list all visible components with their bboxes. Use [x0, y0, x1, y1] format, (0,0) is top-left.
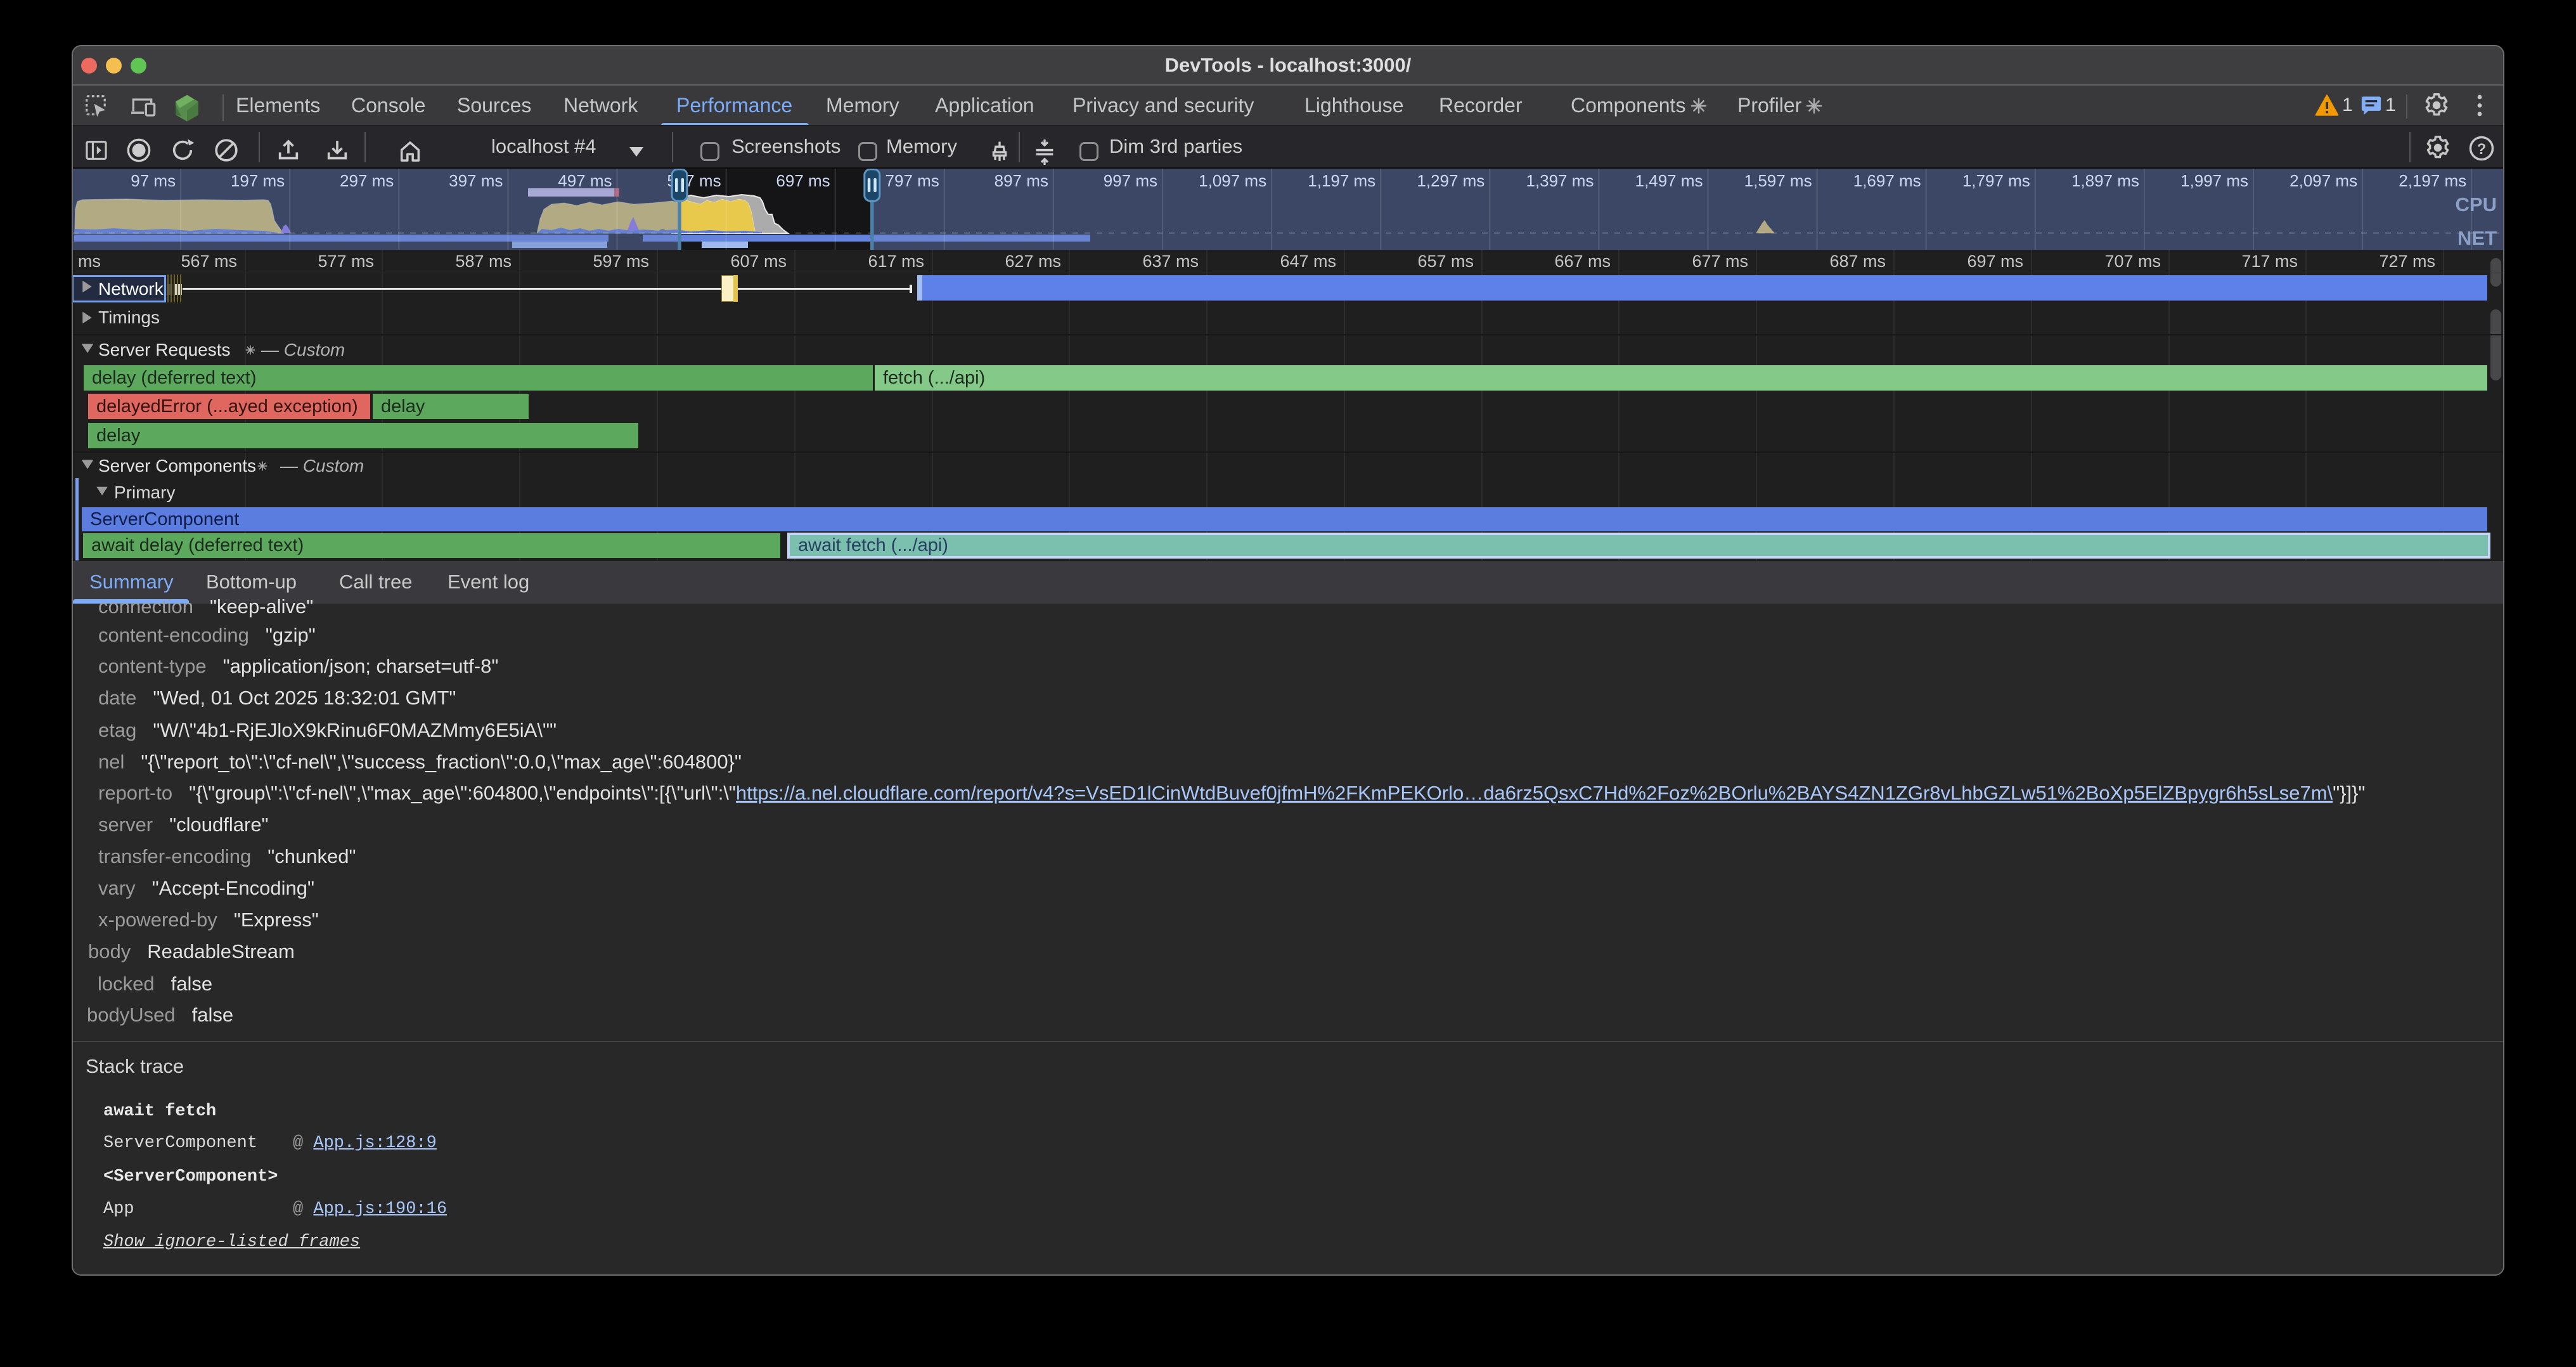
- svg-text:197 ms: 197 ms: [231, 171, 285, 190]
- svg-text:1,197 ms: 1,197 ms: [1308, 171, 1375, 190]
- svg-text:1,997 ms: 1,997 ms: [2180, 171, 2248, 190]
- svg-text:1,297 ms: 1,297 ms: [1417, 171, 1484, 190]
- svg-text:NET: NET: [2457, 227, 2497, 249]
- svg-text:997 ms: 997 ms: [1104, 171, 1157, 190]
- svg-text:1,497 ms: 1,497 ms: [1635, 171, 1703, 190]
- svg-text:297 ms: 297 ms: [340, 171, 394, 190]
- svg-text:897 ms: 897 ms: [995, 171, 1048, 190]
- svg-text:97 ms: 97 ms: [131, 171, 176, 190]
- svg-text:CPU: CPU: [2456, 193, 2497, 216]
- svg-text:397 ms: 397 ms: [449, 171, 503, 190]
- svg-text:?: ?: [2477, 141, 2486, 158]
- svg-text:1,897 ms: 1,897 ms: [2071, 171, 2139, 190]
- svg-text:2,197 ms: 2,197 ms: [2399, 171, 2466, 190]
- svg-text:1,797 ms: 1,797 ms: [1962, 171, 2030, 190]
- svg-text:1,397 ms: 1,397 ms: [1526, 171, 1594, 190]
- svg-text:1,597 ms: 1,597 ms: [1744, 171, 1812, 190]
- svg-text:1,697 ms: 1,697 ms: [1853, 171, 1921, 190]
- svg-text:797 ms: 797 ms: [886, 171, 939, 190]
- svg-text:697 ms: 697 ms: [776, 171, 830, 190]
- svg-text:1,097 ms: 1,097 ms: [1199, 171, 1266, 190]
- svg-text:497 ms: 497 ms: [558, 171, 612, 190]
- svg-text:2,097 ms: 2,097 ms: [2289, 171, 2357, 190]
